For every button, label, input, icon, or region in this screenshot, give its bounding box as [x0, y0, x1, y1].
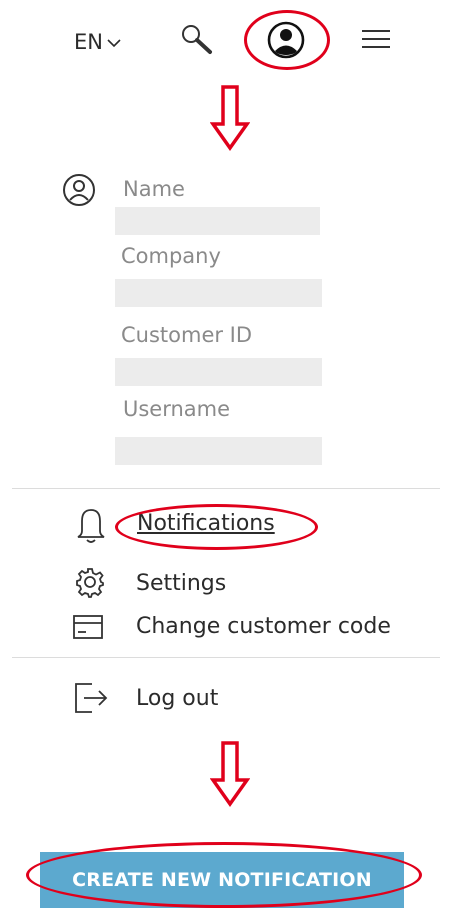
hamburger-menu-button[interactable]: [358, 26, 394, 54]
annotation-arrow-down-icon: [210, 85, 250, 152]
chevron-down-icon: [107, 39, 121, 48]
search-button[interactable]: [178, 22, 216, 58]
search-icon: [182, 25, 212, 54]
hamburger-menu-icon: [362, 30, 390, 48]
company-label: Company: [121, 244, 221, 268]
name-label: Name: [123, 177, 185, 201]
annotation-ring-notifications: [115, 504, 318, 550]
annotation-arrow-down-icon: [210, 741, 250, 808]
settings-label: Settings: [136, 571, 227, 596]
profile-icon: [63, 174, 95, 206]
logout-icon: [75, 683, 108, 713]
card-icon: [73, 615, 103, 639]
divider: [12, 488, 440, 489]
customer-id-label: Customer ID: [121, 323, 253, 347]
customer-id-value: [115, 358, 322, 386]
name-value: [115, 207, 320, 235]
annotation-ring-cta: [26, 842, 422, 908]
bell-icon: [77, 509, 105, 543]
divider: [12, 657, 440, 658]
change-customer-code-label: Change customer code: [136, 614, 391, 639]
username-label: Username: [123, 397, 231, 421]
logout-button[interactable]: Log out: [136, 686, 218, 711]
language-label: EN: [74, 30, 103, 54]
gear-icon: [76, 568, 104, 598]
language-selector[interactable]: EN: [74, 30, 121, 54]
logout-label: Log out: [136, 686, 219, 711]
menu-item-settings[interactable]: Settings: [136, 571, 226, 596]
username-value: [115, 437, 322, 465]
company-value: [115, 279, 322, 307]
annotation-ring-user: [244, 10, 330, 70]
menu-item-change-customer-code[interactable]: Change customer code: [136, 614, 391, 639]
